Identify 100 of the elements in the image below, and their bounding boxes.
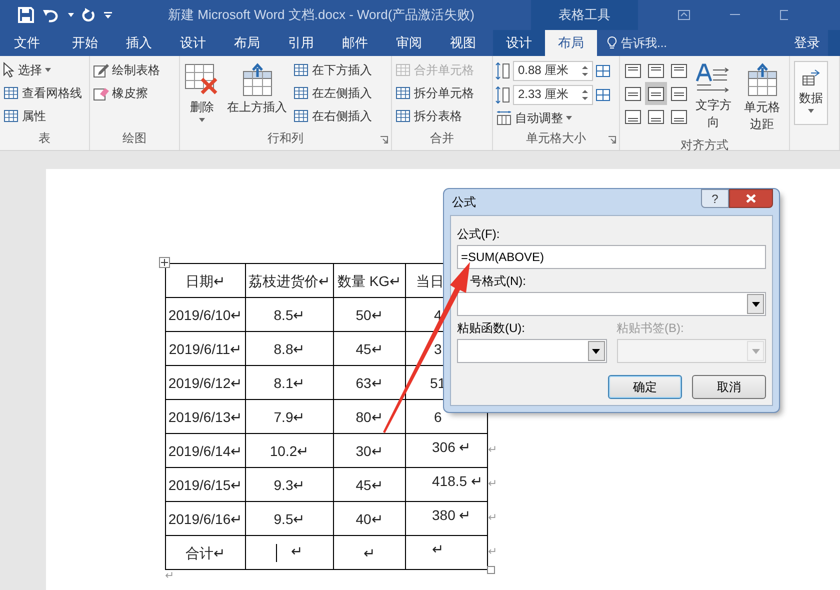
align-icon <box>648 86 664 100</box>
dropdown-caret-icon <box>199 118 205 122</box>
ribbon-button[interactable]: 橡皮擦 <box>92 82 161 104</box>
customize-icon[interactable] <box>104 11 112 19</box>
lightbulb-icon <box>607 36 617 50</box>
ribbon-tab[interactable]: 布局 <box>545 30 597 56</box>
ribbon-button[interactable]: 删除 <box>182 59 222 130</box>
data-icon <box>801 68 821 88</box>
spin-field[interactable]: 2.33 厘米 <box>513 84 593 104</box>
group-label: 对齐方式 <box>680 138 728 152</box>
ribbon-tab[interactable]: 邮件 <box>331 30 379 56</box>
table-icon <box>3 108 19 124</box>
dialog-launcher-icon[interactable] <box>608 136 616 144</box>
group-label: 单元格大小 <box>526 131 586 145</box>
ribbon-button[interactable]: 单元格边距 <box>736 59 787 137</box>
ribbon-button[interactable]: 属性 <box>2 105 83 127</box>
move-handle-icon[interactable] <box>159 257 170 268</box>
dialog-button[interactable]: 确定 <box>608 375 682 399</box>
ribbon-button[interactable]: 在下方插入 <box>292 59 373 81</box>
table-cell: 荔枝进货价↵ <box>246 264 334 298</box>
table-icon <box>395 62 411 78</box>
ribbon-tab[interactable]: 引用 <box>277 30 325 56</box>
align-icon <box>648 64 664 78</box>
table-cell: 45↵ <box>334 468 406 502</box>
spin-field[interactable]: 0.88 厘米 <box>513 60 593 80</box>
ribbon-tab[interactable]: 布局 <box>223 30 271 56</box>
table-cell: ↵ <box>246 536 334 570</box>
help-button[interactable]: ? <box>701 189 729 208</box>
dropdown-caret-icon[interactable] <box>68 13 74 17</box>
size-icon <box>495 62 511 80</box>
table-cell: ↵ <box>406 536 488 570</box>
table-cell: 2019/6/10↵ <box>166 298 246 332</box>
table-cell: 380 ↵ <box>406 502 488 536</box>
table-cell: 2019/6/16↵ <box>166 502 246 536</box>
table-cell: ↵ <box>334 536 406 570</box>
minimize-icon[interactable] <box>730 14 740 16</box>
table-icon <box>395 85 411 101</box>
ribbon-display-icon[interactable] <box>678 10 690 20</box>
ribbon-button[interactable]: 自动调整 <box>495 107 611 129</box>
ribbon-tab[interactable]: 插入 <box>115 30 163 56</box>
align-icon <box>671 110 687 124</box>
dropdown-caret-icon <box>566 116 572 120</box>
table-cell: 合计↵ <box>166 536 246 570</box>
align-icon <box>625 110 641 124</box>
eraser-icon <box>93 85 109 101</box>
table-cell: 2019/6/11↵ <box>166 332 246 366</box>
ribbon-button[interactable]: 在上方插入 <box>225 59 289 130</box>
window-title: 新建 Microsoft Word 文档.docx - Word(产品激活失败) <box>168 6 476 24</box>
row-end-mark: ↵ <box>488 478 497 490</box>
tell-me-field[interactable]: 告诉我... <box>621 36 731 50</box>
ribbon-button[interactable]: 查看网格线 <box>2 82 83 104</box>
sign-in-link[interactable]: 登录 <box>790 30 824 56</box>
ribbon-button[interactable]: 拆分表格 <box>394 105 475 127</box>
dropdown-caret-icon <box>808 109 814 113</box>
table-cell: 8.1↵ <box>246 366 334 400</box>
table-cell: 418.5 ↵ <box>406 468 488 502</box>
pencil-icon <box>93 62 109 78</box>
maximize-icon[interactable] <box>780 10 788 20</box>
ribbon-button[interactable]: 在左侧插入 <box>292 82 373 104</box>
align-icon <box>648 110 664 124</box>
ribbon-button[interactable]: 拆分单元格 <box>394 82 475 104</box>
dialog-button[interactable]: 取消 <box>692 375 766 399</box>
ribbon-button[interactable]: 在右侧插入 <box>292 105 373 127</box>
table-cell: 2019/6/12↵ <box>166 366 246 400</box>
ribbon-tab[interactable]: 开始 <box>61 30 109 56</box>
paragraph-mark: ↵ <box>165 570 174 582</box>
autofit-icon <box>496 110 512 126</box>
field-label: 公式(F): <box>457 226 501 243</box>
close-button[interactable] <box>729 189 773 208</box>
formula-field[interactable]: =SUM(ABOVE) <box>457 245 766 269</box>
table-cell: 日期↵ <box>166 264 246 298</box>
align-icon <box>625 86 641 100</box>
table-cell: 10.2↵ <box>246 434 334 468</box>
ribbon-tab[interactable]: 视图 <box>439 30 487 56</box>
table-cell: 8.5↵ <box>246 298 334 332</box>
undo-icon[interactable] <box>42 7 60 23</box>
table-cell: 30↵ <box>334 434 406 468</box>
ribbon-tab[interactable]: 文件 <box>0 30 51 56</box>
ribbon-tab[interactable]: 设计 <box>493 30 545 56</box>
ribbon-button[interactable]: 绘制表格 <box>92 59 161 81</box>
dialog-launcher-icon[interactable] <box>380 136 388 144</box>
ribbon-button[interactable]: 文字方向 <box>693 59 734 137</box>
spinner-icon[interactable] <box>582 88 588 100</box>
redo-icon[interactable] <box>82 7 96 23</box>
resize-handle-icon[interactable] <box>487 566 495 574</box>
distribute-icon[interactable] <box>595 62 611 78</box>
size-icon <box>495 86 511 104</box>
table-cell: 2019/6/15↵ <box>166 468 246 502</box>
save-icon[interactable] <box>18 7 34 23</box>
field-label: 粘贴书签(B): <box>616 320 685 337</box>
ribbon-button[interactable]: 选择 <box>2 59 83 81</box>
distribute-icon[interactable] <box>595 86 611 102</box>
spinner-icon[interactable] <box>582 64 588 76</box>
ribbon-tab[interactable]: 设计 <box>169 30 217 56</box>
table-icon <box>293 85 309 101</box>
row-end-mark: ↵ <box>488 444 497 456</box>
text-cursor <box>276 544 277 562</box>
align-button[interactable] <box>645 82 667 105</box>
ribbon-button[interactable]: 数据 <box>794 61 828 125</box>
ribbon-tab[interactable]: 审阅 <box>385 30 433 56</box>
